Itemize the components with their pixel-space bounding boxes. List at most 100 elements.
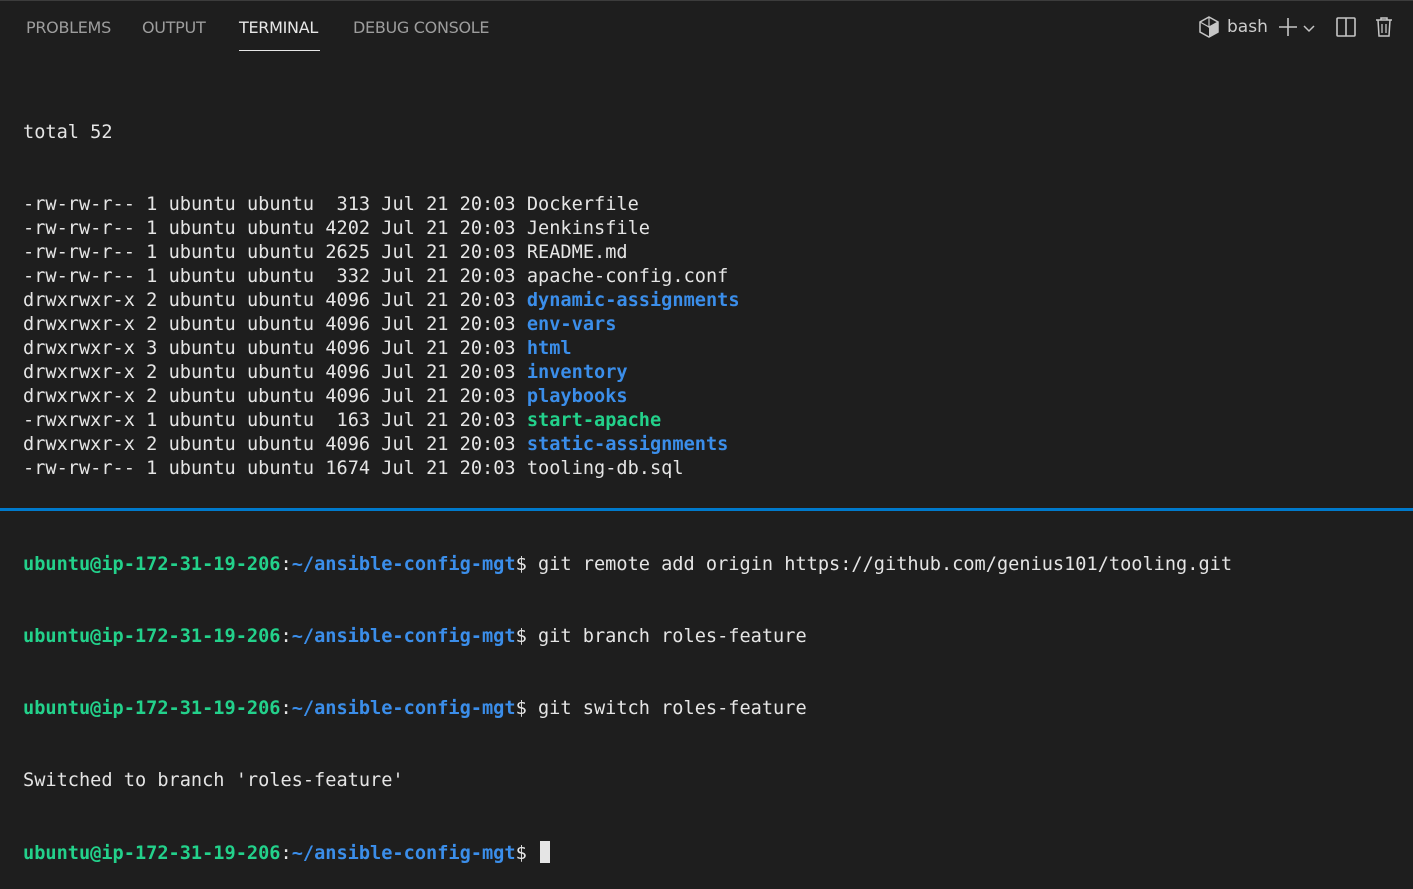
file-size: 4096 — [325, 314, 371, 335]
prompt-line: ubuntu@ip-172-31-19-206:~/ansible-config… — [23, 626, 807, 647]
command-text: git remote add origin https://github.com… — [526, 554, 1233, 575]
file-perms: -rw-rw-r-- — [23, 458, 135, 479]
file-perms: -rw-rw-r-- — [23, 194, 135, 215]
file-links: 1 — [146, 266, 158, 287]
file-owner: ubuntu — [168, 218, 236, 239]
prompt-user-host: ubuntu@ip-172-31-19-206 — [23, 626, 281, 647]
file-group: ubuntu — [246, 410, 315, 431]
tab-terminal[interactable]: TERMINAL — [239, 18, 318, 38]
tab-output[interactable]: OUTPUT — [142, 18, 206, 38]
file-row: -rwxrwxr-x 1 ubuntu ubuntu 163 Jul 21 20… — [23, 409, 1403, 433]
file-group: ubuntu — [246, 458, 315, 479]
file-group: ubuntu — [246, 362, 315, 383]
file-meta: -rw-rw-r-- 1 ubuntu ubuntu 1674 Jul 21 2… — [23, 458, 527, 479]
chevron-down-icon[interactable] — [1302, 20, 1316, 39]
file-links: 2 — [146, 386, 158, 407]
panel-tabs: PROBLEMS OUTPUT TERMINAL DEBUG CONSOLE — [0, 0, 900, 54]
file-owner: ubuntu — [168, 242, 236, 263]
prompt-symbol: $ — [515, 554, 527, 575]
command-text: git switch roles-feature — [526, 698, 807, 719]
prompt-symbol: $ — [515, 843, 527, 864]
file-date: Jul 21 20:03 — [381, 458, 516, 479]
file-size: 332 — [325, 266, 371, 287]
file-size: 4096 — [325, 386, 371, 407]
file-size: 4096 — [325, 362, 371, 383]
prompt-user-host: ubuntu@ip-172-31-19-206 — [23, 843, 281, 864]
file-name: html — [526, 338, 572, 359]
file-group: ubuntu — [246, 218, 315, 239]
file-meta: drwxrwxr-x 2 ubuntu ubuntu 4096 Jul 21 2… — [23, 386, 527, 407]
file-name: tooling-db.sql — [526, 458, 684, 479]
file-links: 1 — [146, 410, 158, 431]
file-perms: drwxrwxr-x — [23, 314, 135, 335]
text-cursor — [539, 841, 550, 863]
file-meta: -rw-rw-r-- 1 ubuntu ubuntu 313 Jul 21 20… — [23, 194, 527, 215]
terminal-profile-icon[interactable] — [1198, 15, 1220, 43]
file-size: 4202 — [325, 218, 371, 239]
prompt-path: ~/ansible-config-mgt — [291, 698, 516, 719]
file-meta: drwxrwxr-x 2 ubuntu ubuntu 4096 Jul 21 2… — [23, 362, 527, 383]
file-size: 4096 — [325, 434, 371, 455]
file-links: 2 — [146, 290, 158, 311]
file-perms: drwxrwxr-x — [23, 434, 135, 455]
file-meta: drwxrwxr-x 3 ubuntu ubuntu 4096 Jul 21 2… — [23, 338, 527, 359]
file-links: 2 — [146, 362, 158, 383]
file-links: 2 — [146, 434, 158, 455]
file-row: -rw-rw-r-- 1 ubuntu ubuntu 4202 Jul 21 2… — [23, 217, 1403, 241]
shell-name[interactable]: bash — [1227, 17, 1268, 37]
file-owner: ubuntu — [168, 410, 236, 431]
file-date: Jul 21 20:03 — [381, 194, 516, 215]
file-owner: ubuntu — [168, 266, 236, 287]
file-date: Jul 21 20:03 — [381, 218, 516, 239]
file-owner: ubuntu — [168, 194, 236, 215]
file-date: Jul 21 20:03 — [381, 314, 516, 335]
file-meta: drwxrwxr-x 2 ubuntu ubuntu 4096 Jul 21 2… — [23, 434, 527, 455]
file-name: Jenkinsfile — [526, 218, 650, 239]
plus-icon[interactable] — [1277, 16, 1299, 42]
file-links: 2 — [146, 314, 158, 335]
prompt-path: ~/ansible-config-mgt — [291, 843, 516, 864]
file-perms: drwxrwxr-x — [23, 290, 135, 311]
file-meta: drwxrwxr-x 2 ubuntu ubuntu 4096 Jul 21 2… — [23, 290, 527, 311]
file-perms: -rw-rw-r-- — [23, 218, 135, 239]
file-date: Jul 21 20:03 — [381, 362, 516, 383]
file-row: -rw-rw-r-- 1 ubuntu ubuntu 2625 Jul 21 2… — [23, 241, 1403, 265]
file-row: drwxrwxr-x 2 ubuntu ubuntu 4096 Jul 21 2… — [23, 313, 1403, 337]
file-perms: drwxrwxr-x — [23, 338, 135, 359]
prompt-line: ubuntu@ip-172-31-19-206:~/ansible-config… — [23, 698, 807, 719]
file-owner: ubuntu — [168, 314, 236, 335]
file-links: 3 — [146, 338, 158, 359]
tab-debug-console[interactable]: DEBUG CONSOLE — [353, 18, 490, 38]
file-size: 313 — [325, 194, 371, 215]
file-date: Jul 21 20:03 — [381, 266, 516, 287]
tab-problems[interactable]: PROBLEMS — [26, 18, 111, 38]
file-date: Jul 21 20:03 — [381, 434, 516, 455]
file-meta: -rw-rw-r-- 1 ubuntu ubuntu 2625 Jul 21 2… — [23, 242, 527, 263]
file-date: Jul 21 20:03 — [381, 338, 516, 359]
file-links: 1 — [146, 194, 158, 215]
file-perms: -rw-rw-r-- — [23, 266, 135, 287]
file-perms: drwxrwxr-x — [23, 386, 135, 407]
split-icon[interactable] — [1334, 15, 1358, 43]
prompt-path: ~/ansible-config-mgt — [291, 626, 516, 647]
file-date: Jul 21 20:03 — [381, 242, 516, 263]
trash-icon[interactable] — [1373, 15, 1395, 43]
file-size: 4096 — [325, 338, 371, 359]
file-owner: ubuntu — [168, 458, 236, 479]
file-owner: ubuntu — [168, 434, 236, 455]
file-name: static-assignments — [526, 434, 729, 455]
file-row: -rw-rw-r-- 1 ubuntu ubuntu 332 Jul 21 20… — [23, 265, 1403, 289]
file-row: drwxrwxr-x 2 ubuntu ubuntu 4096 Jul 21 2… — [23, 289, 1403, 313]
file-meta: -rw-rw-r-- 1 ubuntu ubuntu 332 Jul 21 20… — [23, 266, 527, 287]
prompt-user-host: ubuntu@ip-172-31-19-206 — [23, 554, 281, 575]
file-size: 4096 — [325, 290, 371, 311]
file-meta: -rwxrwxr-x 1 ubuntu ubuntu 163 Jul 21 20… — [23, 410, 527, 431]
file-links: 1 — [146, 218, 158, 239]
file-row: -rw-rw-r-- 1 ubuntu ubuntu 313 Jul 21 20… — [23, 193, 1403, 217]
prompt-path: ~/ansible-config-mgt — [291, 554, 516, 575]
file-name: apache-config.conf — [526, 266, 729, 287]
file-group: ubuntu — [246, 386, 315, 407]
file-date: Jul 21 20:03 — [381, 386, 516, 407]
terminal-output[interactable]: total 52 -rw-rw-r-- 1 ubuntu ubuntu 313 … — [23, 73, 1403, 889]
file-name: Dockerfile — [526, 194, 639, 215]
